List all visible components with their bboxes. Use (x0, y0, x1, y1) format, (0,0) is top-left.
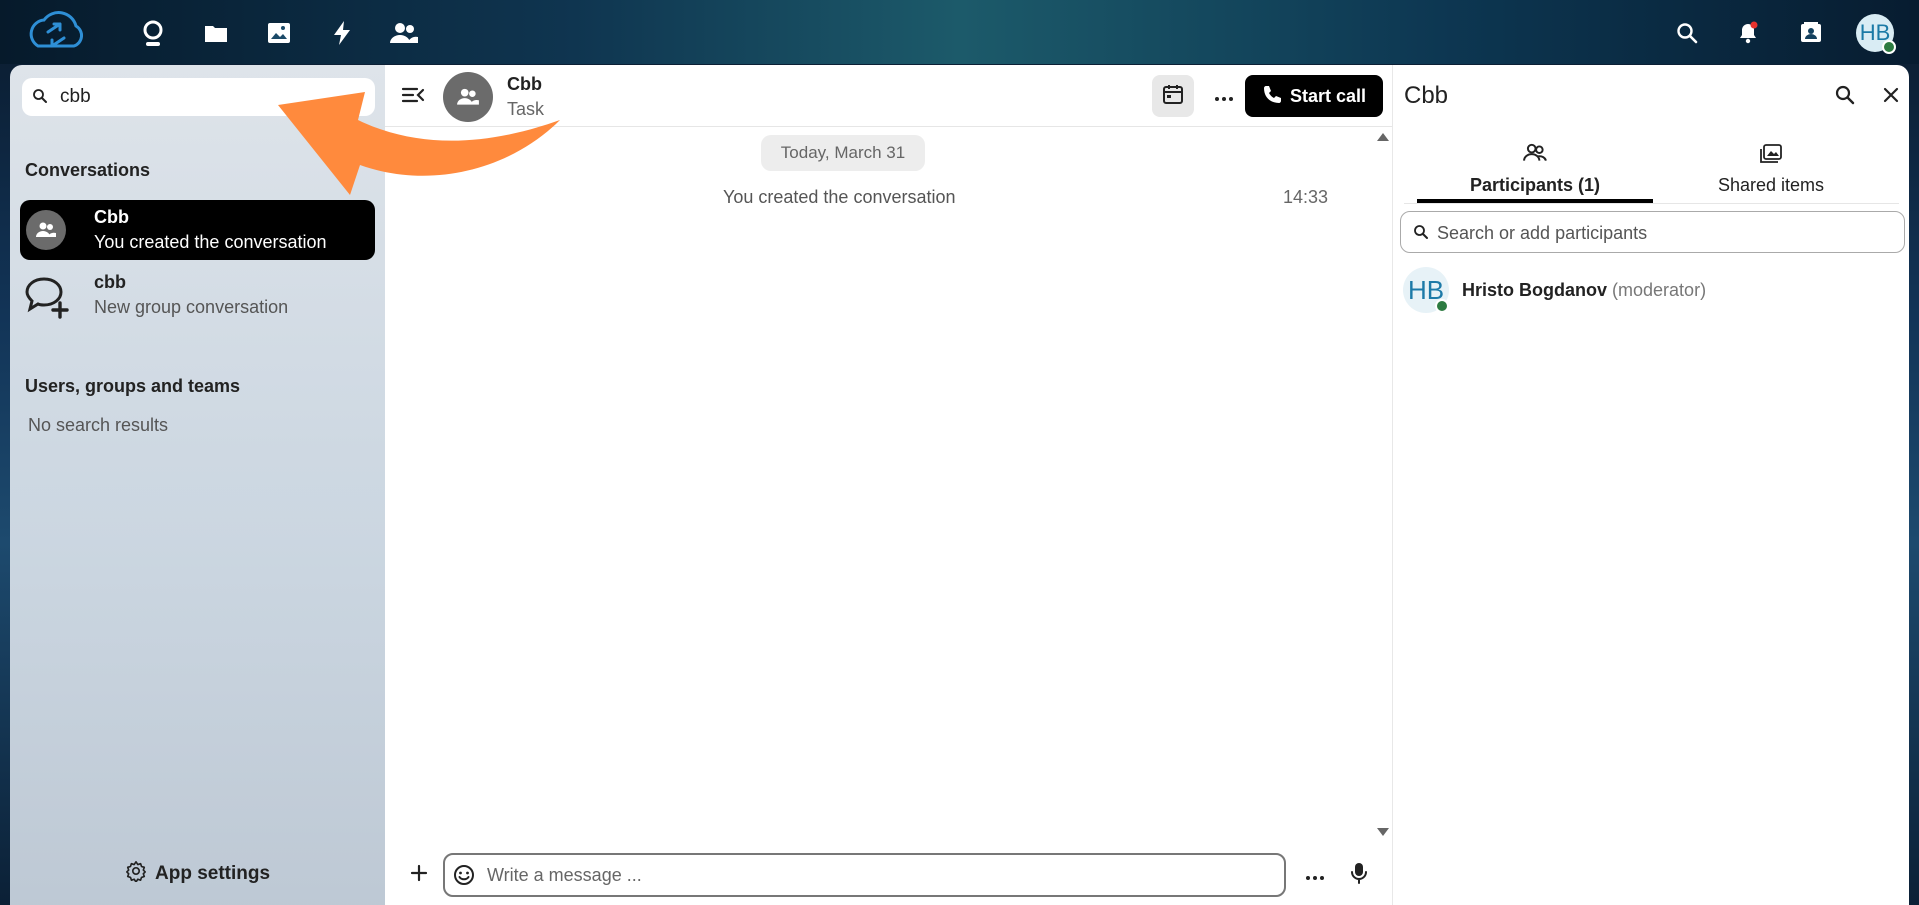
conversation-item-cbb[interactable]: Cbb You created the conversation (20, 200, 375, 260)
composer-more-button[interactable] (1297, 857, 1333, 893)
user-avatar[interactable]: HB (1856, 14, 1896, 54)
participants-search-input[interactable] (1437, 221, 1887, 245)
search-icon (1835, 85, 1855, 110)
calendar-button[interactable] (1152, 75, 1194, 117)
unified-search-icon[interactable] (1670, 16, 1704, 50)
app-settings-button[interactable]: App settings (125, 860, 270, 888)
app-settings-label: App settings (155, 863, 271, 884)
contacts-icon[interactable] (387, 16, 421, 50)
message-input-box[interactable] (443, 853, 1286, 897)
plus-icon (410, 864, 428, 887)
conversations-heading: Conversations (25, 160, 151, 180)
chat-view: Cbb Task Start call Today, March 31 You … (385, 65, 1392, 905)
participant-row[interactable]: HB Hristo Bogdanov (moderator) (1400, 265, 1905, 317)
tab-shared-items-label: Shared items (1717, 175, 1825, 195)
group-avatar-icon (26, 210, 66, 250)
tabs-divider (1404, 203, 1899, 204)
participant-role: (moderator) (1612, 280, 1707, 300)
toggle-navigation-icon[interactable] (401, 85, 425, 110)
nextcloud-logo-icon[interactable] (20, 6, 90, 60)
close-sidebar-button[interactable] (1873, 79, 1909, 115)
online-status-icon (1435, 299, 1449, 313)
participant-avatar: HB (1403, 267, 1449, 313)
emoji-icon[interactable] (453, 864, 475, 891)
voice-message-button[interactable] (1341, 857, 1377, 893)
shared-items-icon (1653, 143, 1889, 165)
new-group-conversation-item[interactable]: cbb New group conversation (20, 265, 375, 325)
participants-search-box[interactable] (1400, 211, 1905, 253)
conversation-description: Task (507, 99, 545, 119)
more-horizontal-icon (1214, 86, 1234, 107)
tab-participants-label: Participants (1) (1469, 175, 1601, 195)
close-icon (1882, 86, 1900, 109)
conversation-name: Cbb (94, 207, 129, 227)
add-attachment-button[interactable] (401, 857, 437, 893)
top-header: HB (0, 0, 1919, 64)
conversation-search-box[interactable] (22, 78, 375, 116)
activity-icon[interactable] (325, 16, 359, 50)
conversation-subtitle: New group conversation (94, 297, 289, 317)
participants-icon (1417, 143, 1653, 163)
message-composer (385, 850, 1392, 900)
participant-name: Hristo Bogdanov (1462, 280, 1608, 300)
users-groups-teams-heading: Users, groups and teams (25, 376, 241, 396)
dashboard-icon[interactable] (136, 16, 170, 50)
conversation-last-message: You created the conversation (94, 232, 327, 252)
conversation-avatar[interactable] (443, 72, 493, 122)
new-conversation-icon (24, 273, 70, 324)
chat-header: Cbb Task Start call (385, 65, 1392, 127)
message-timestamp: 14:33 (1283, 187, 1329, 207)
start-call-label: Start call (1289, 85, 1367, 106)
contacts-menu-icon[interactable] (1794, 16, 1828, 50)
gear-icon (125, 860, 147, 888)
no-search-results: No search results (28, 415, 169, 435)
calendar-icon (1162, 83, 1184, 110)
conversation-title: Cbb (507, 74, 542, 94)
tab-shared-items[interactable]: Shared items (1653, 137, 1889, 203)
left-sidebar: Conversations Cbb You created the conver… (10, 65, 385, 905)
more-actions-button[interactable] (1203, 75, 1245, 117)
more-horizontal-icon (1305, 865, 1325, 886)
tab-participants[interactable]: Participants (1) (1417, 137, 1653, 203)
date-separator: Today, March 31 (761, 135, 925, 171)
phone-icon (1262, 84, 1282, 109)
microphone-icon (1351, 862, 1367, 889)
photos-icon[interactable] (262, 16, 296, 50)
conversation-sidebar: Cbb Participants (1) Shared items HB (1392, 65, 1909, 905)
sidebar-title: Cbb (1404, 82, 1449, 109)
system-message: You created the conversation (723, 187, 956, 207)
notifications-bell-icon[interactable] (1731, 16, 1765, 50)
search-messages-button[interactable] (1827, 79, 1863, 115)
search-icon (1413, 224, 1429, 245)
files-icon[interactable] (199, 16, 233, 50)
participant-name-line: Hristo Bogdanov (moderator) (1462, 280, 1706, 301)
search-icon (32, 88, 48, 109)
start-call-button[interactable]: Start call (1245, 75, 1383, 117)
scroll-down-arrow[interactable] (1377, 828, 1389, 836)
scroll-up-arrow[interactable] (1377, 133, 1389, 141)
online-status-icon (1882, 40, 1896, 54)
conversation-name: cbb (94, 272, 127, 292)
message-input[interactable] (487, 863, 1267, 887)
conversation-search-input[interactable] (60, 84, 340, 110)
